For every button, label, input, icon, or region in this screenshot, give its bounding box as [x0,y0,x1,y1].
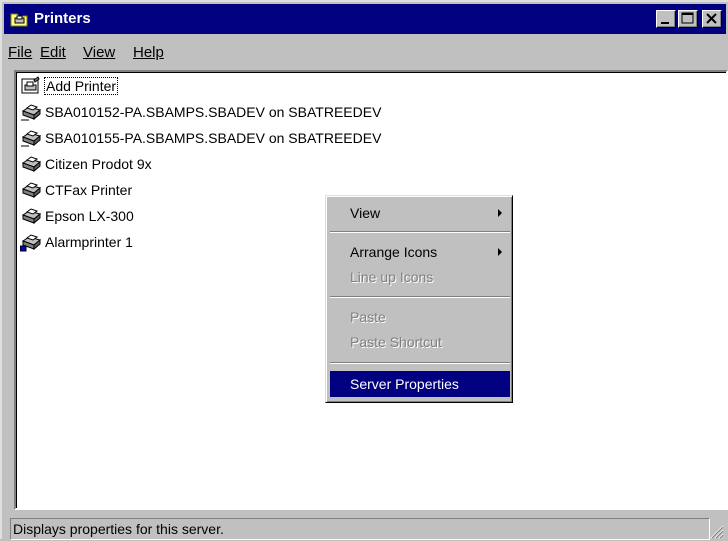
maximize-button[interactable] [678,10,698,28]
context-menu-line-up-icons-label: Line up Icons [350,269,434,285]
printer-icon [21,156,42,173]
context-menu-paste[interactable]: Paste [330,304,510,330]
menu-view-label: View [83,44,116,61]
context-menu-line-up-icons[interactable]: Line up Icons [330,264,510,290]
maximize-icon [681,12,694,24]
window-title: Printers [34,10,91,27]
printer-icon [21,182,42,199]
resize-grip-icon[interactable] [706,521,724,539]
list-item-label: Epson LX-300 [45,208,134,224]
menu-help-label: Help [133,44,164,61]
menu-separator [330,296,510,298]
menu-edit-label: Edit [40,44,66,61]
printers-folder-icon [10,13,28,27]
context-menu: View Arrange Icons Line up Icons Paste P… [325,195,513,403]
status-bar: Displays properties for this server. [4,512,728,541]
minimize-button[interactable] [656,10,676,28]
network-printer-icon [20,234,42,252]
context-menu-paste-shortcut-label: Paste Shortcut [350,334,442,350]
context-menu-arrange-icons-label: Arrange Icons [350,244,438,260]
network-printer-icon [21,130,42,147]
menu-separator [330,362,510,364]
context-menu-server-properties-label: Server Properties [350,376,459,392]
status-text: Displays properties for this server. [10,518,710,540]
context-menu-view-label: View [350,205,381,221]
context-menu-server-properties[interactable]: Server Properties [330,371,510,397]
context-menu-paste-label: Paste [350,309,386,325]
printers-window: Printers File Edit View Help Add Printer [0,0,728,541]
list-item-label: SBA010152-PA.SBAMPS.SBADEV on SBATREEDEV [45,104,382,120]
list-item-label: CTFax Printer [45,182,133,198]
menu-file[interactable]: File [8,44,32,61]
list-item-label: SBA010155-PA.SBAMPS.SBADEV on SBATREEDEV [45,130,382,146]
list-item-label: Add Printer [43,77,119,95]
close-button[interactable] [702,10,722,28]
menu-file-label: File [8,44,33,61]
minimize-icon [661,22,669,24]
network-printer-icon [21,104,42,121]
menu-view[interactable]: View [83,44,115,61]
title-bar[interactable]: Printers [4,4,726,34]
submenu-arrow-icon [498,209,502,217]
close-icon [706,13,717,24]
menu-separator [330,231,510,233]
context-menu-paste-shortcut[interactable]: Paste Shortcut [330,329,510,355]
context-menu-arrange-icons[interactable]: Arrange Icons [330,239,510,265]
list-item-label: Alarmprinter 1 [45,234,133,250]
menu-bar: File Edit View Help [4,38,726,66]
menu-help[interactable]: Help [133,44,164,61]
submenu-arrow-icon [498,248,502,256]
list-item-label: Citizen Prodot 9x [45,156,152,172]
printer-icon [21,208,42,225]
context-menu-view[interactable]: View [330,200,510,226]
add-printer-icon [21,76,40,94]
menu-edit[interactable]: Edit [40,44,66,61]
